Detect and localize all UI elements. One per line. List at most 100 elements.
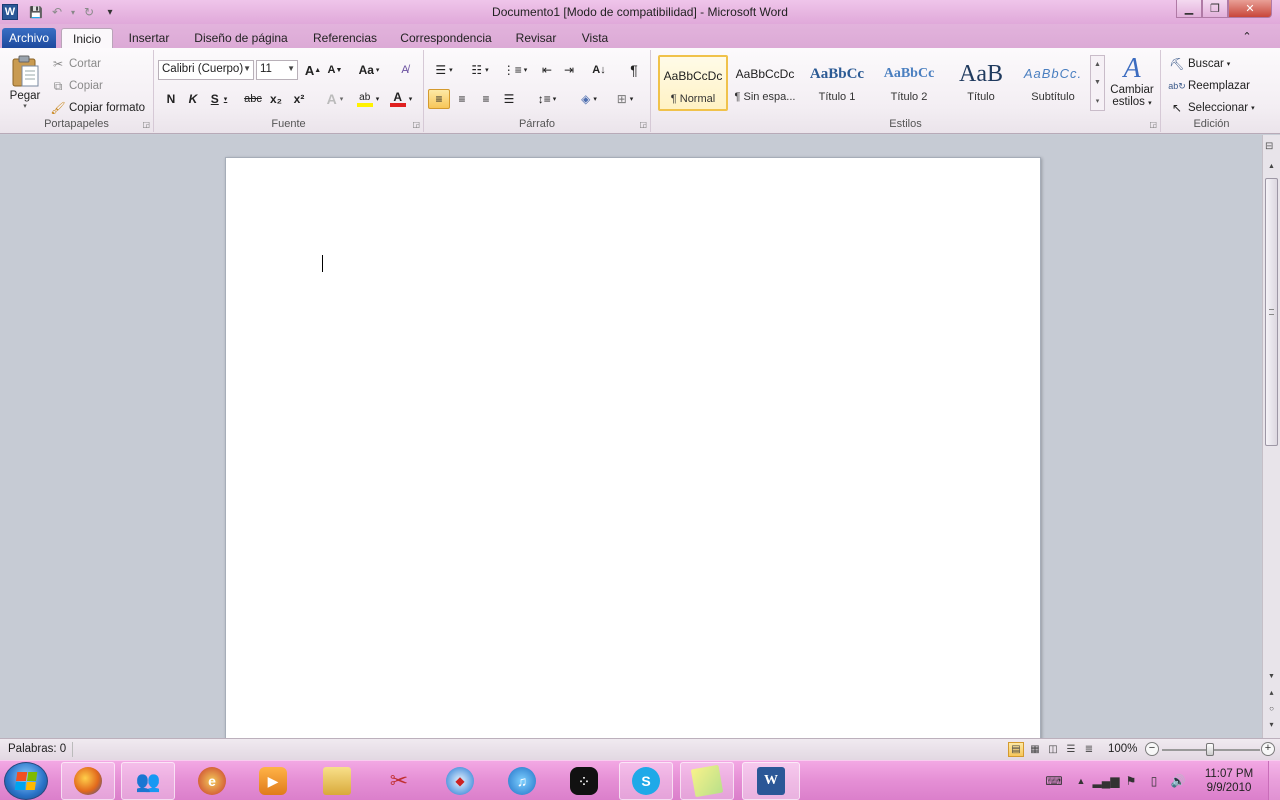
word-count[interactable]: Palabras: 0 (8, 743, 66, 755)
taskbar-blackberry[interactable]: ⁘ (557, 762, 611, 800)
more-icon[interactable]: ▾ (1096, 97, 1100, 105)
draft-view-icon[interactable]: ≣ (1081, 742, 1097, 757)
dialog-launcher-icon[interactable]: ◲ (412, 120, 420, 129)
zoom-out-button[interactable]: − (1145, 742, 1159, 756)
paste-button[interactable]: Pegar ▾ (6, 54, 44, 114)
superscript-button[interactable]: x² (288, 89, 310, 109)
taskbar-snipping-tool[interactable]: ✂ (372, 762, 426, 800)
style-sin-espaciado[interactable]: AaBbCcDc ¶ Sin espa... (730, 55, 800, 111)
style-normal[interactable]: AaBbCcDc ¶ Normal (658, 55, 728, 111)
text-effects-button[interactable]: A ▾ (320, 89, 350, 109)
change-styles-button[interactable]: A Cambiar estilos ▾ (1108, 54, 1156, 114)
zoom-slider-thumb[interactable] (1206, 743, 1214, 756)
taskbar-sticky-notes[interactable] (680, 762, 734, 800)
taskbar-explorer[interactable] (310, 762, 364, 800)
italic-button[interactable]: K (182, 89, 204, 109)
underline-button[interactable]: S ▾ (204, 89, 234, 109)
paste-dropdown-icon[interactable]: ▾ (23, 102, 27, 110)
restore-button[interactable]: ❐ (1202, 0, 1228, 18)
decrease-indent-button[interactable]: ⇤ (536, 60, 558, 80)
tab-diseno-de-pagina[interactable]: Diseño de página (186, 28, 296, 48)
font-color-button[interactable]: A ▾ (386, 89, 416, 109)
strikethrough-button[interactable]: abc (242, 89, 264, 109)
chevron-up-icon[interactable]: ▲ (1094, 61, 1101, 68)
keyboard-icon[interactable]: ⌨ (1045, 773, 1062, 789)
increase-indent-button[interactable]: ⇥ (558, 60, 580, 80)
style-subtitulo[interactable]: AaBbCc. Subtítulo (1018, 55, 1088, 111)
minimize-ribbon-icon[interactable]: ⌃ (1237, 26, 1257, 46)
outline-view-icon[interactable]: ☰ (1063, 742, 1079, 757)
tab-vista[interactable]: Vista (574, 28, 616, 48)
numbering-button[interactable]: ☷ ▾ (464, 60, 496, 80)
subscript-button[interactable]: x₂ (265, 89, 287, 109)
style-titulo-2[interactable]: AaBbCc Título 2 (874, 55, 944, 111)
dialog-launcher-icon[interactable]: ◲ (142, 120, 150, 129)
minimize-button[interactable]: ▁ (1176, 0, 1202, 18)
clock[interactable]: 11:07 PM 9/9/2010 (1198, 767, 1260, 795)
tab-inicio[interactable]: Inicio (61, 28, 113, 48)
taskbar-messenger[interactable]: 👥 (121, 762, 175, 800)
align-center-button[interactable]: ≡ (451, 89, 473, 109)
justify-button[interactable]: ☰ (498, 89, 520, 109)
start-button[interactable] (4, 762, 48, 800)
close-button[interactable]: ✕ (1228, 0, 1272, 18)
taskbar-skype[interactable]: S (619, 762, 673, 800)
copy-button[interactable]: ⧉ Copiar (50, 78, 103, 94)
zoom-level[interactable]: 100% (1108, 743, 1137, 755)
shrink-font-button[interactable]: A ▼ (324, 60, 346, 80)
browse-object-icon[interactable]: ○ (1263, 704, 1280, 718)
style-titulo-1[interactable]: AaBbCc Título 1 (802, 55, 872, 111)
taskbar-media-player[interactable]: ▶ (246, 762, 300, 800)
tab-revisar[interactable]: Revisar (508, 28, 564, 48)
sort-button[interactable]: A↓ (588, 60, 610, 80)
change-case-button[interactable]: Aa ▾ (354, 60, 384, 80)
shading-button[interactable]: ◈ ▾ (574, 89, 604, 109)
scroll-up-icon[interactable]: ▲ (1263, 163, 1280, 175)
tab-insertar[interactable]: Insertar (122, 28, 176, 48)
dialog-launcher-icon[interactable]: ◲ (639, 120, 647, 129)
zoom-in-button[interactable]: + (1261, 742, 1275, 756)
document-page[interactable] (225, 157, 1041, 738)
font-size-combo[interactable]: 11 ▼ (256, 60, 298, 80)
previous-page-icon[interactable]: ▴ (1263, 688, 1280, 702)
ruler-toggle-icon[interactable]: ⊟ (1265, 141, 1279, 155)
bullets-button[interactable]: ☰ ▾ (428, 60, 460, 80)
cut-button[interactable]: ✂ Cortar (50, 56, 101, 72)
line-spacing-button[interactable]: ↕≡ ▾ (532, 89, 562, 109)
scroll-down-icon[interactable]: ▼ (1263, 673, 1280, 685)
taskbar-itunes[interactable]: ♫ (495, 762, 549, 800)
tab-correspondencia[interactable]: Correspondencia (394, 28, 498, 48)
network-signal-icon[interactable]: ▂▄▆ (1093, 773, 1120, 789)
power-icon[interactable]: ▯ (1146, 773, 1162, 789)
align-right-button[interactable]: ≡ (475, 89, 497, 109)
highlight-button[interactable]: ab ▾ (352, 89, 384, 109)
show-formatting-button[interactable]: ¶ (623, 60, 645, 80)
styles-gallery-scroll[interactable]: ▲ ▼ ▾ (1090, 55, 1105, 111)
tab-archivo[interactable]: Archivo (2, 28, 56, 48)
show-desktop-button[interactable] (1268, 761, 1280, 800)
action-center-flag-icon[interactable]: ⚑ (1123, 773, 1139, 789)
bold-button[interactable]: N (160, 89, 182, 109)
clear-formatting-button[interactable]: A̸ (394, 60, 416, 80)
grow-font-button[interactable]: A ▲ (302, 60, 324, 80)
show-hidden-icons-icon[interactable]: ▲ (1073, 773, 1089, 789)
find-button[interactable]: ⛏ Buscar ▾ (1169, 56, 1230, 72)
scroll-thumb[interactable] (1265, 178, 1278, 446)
volume-icon[interactable]: 🔊 (1170, 773, 1186, 789)
web-layout-icon[interactable]: ◫ (1045, 742, 1061, 757)
select-button[interactable]: ↖ Seleccionar ▾ (1169, 100, 1255, 116)
multilevel-list-button[interactable]: ⋮≡ ▾ (500, 60, 530, 80)
full-screen-reading-icon[interactable]: ▦ (1027, 742, 1043, 757)
borders-button[interactable]: ⊞ ▾ (610, 89, 640, 109)
font-name-combo[interactable]: Calibri (Cuerpo) ▼ (158, 60, 254, 80)
taskbar-ie[interactable]: e (185, 762, 239, 800)
format-painter-button[interactable]: 🖌 Copiar formato (50, 100, 145, 116)
replace-button[interactable]: ab↻ Reemplazar (1168, 78, 1250, 94)
dialog-launcher-icon[interactable]: ◲ (1149, 120, 1157, 129)
tab-referencias[interactable]: Referencias (306, 28, 384, 48)
align-left-button[interactable]: ≡ (428, 89, 450, 109)
print-layout-view-icon[interactable]: ▤ (1008, 742, 1024, 757)
chevron-down-icon[interactable]: ▼ (1094, 79, 1101, 86)
style-titulo[interactable]: AaB Título (946, 55, 1016, 111)
taskbar-word[interactable]: W (742, 762, 800, 800)
